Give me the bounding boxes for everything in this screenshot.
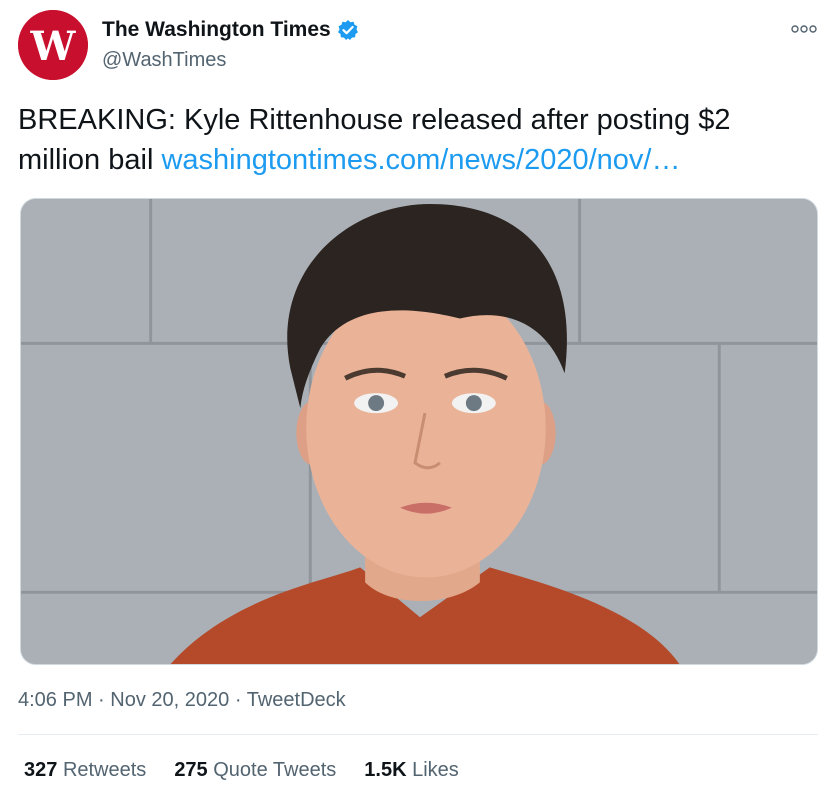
meta-separator: · <box>98 689 105 711</box>
verified-badge-icon <box>337 19 359 41</box>
likes-label: Likes <box>412 759 459 781</box>
tweet-header: W The Washington Times @WashTimes <box>18 10 818 80</box>
retweets-stat[interactable]: 327 Retweets <box>24 756 146 784</box>
quote-tweets-count: 275 <box>174 759 208 781</box>
photo-illustration <box>21 199 817 664</box>
divider <box>18 734 818 735</box>
tweet-time[interactable]: 4:06 PM <box>18 689 92 711</box>
meta-separator: · <box>234 689 242 711</box>
retweets-count: 327 <box>24 759 58 781</box>
tweet-meta: 4:06 PM · Nov 20, 2020 · TweetDeck <box>18 686 346 714</box>
quote-tweets-label: Quote Tweets <box>213 759 337 781</box>
tweet-body: BREAKING: Kyle Rittenhouse released afte… <box>18 100 808 180</box>
account-names: The Washington Times @WashTimes <box>102 16 359 74</box>
display-name[interactable]: The Washington Times <box>102 16 331 44</box>
avatar-logo-svg: W <box>18 10 88 80</box>
tweet-photo[interactable] <box>20 198 818 665</box>
tweet-stats: 327 Retweets 275 Quote Tweets 1.5K Likes <box>24 756 459 784</box>
more-options-icon[interactable] <box>790 20 818 38</box>
tweet-source[interactable]: TweetDeck <box>247 689 346 711</box>
tweet-link[interactable]: washingtontimes.com/news/2020/nov/… <box>161 144 680 176</box>
svg-text:W: W <box>30 23 77 70</box>
likes-count: 1.5K <box>364 759 407 781</box>
display-name-row: The Washington Times <box>102 16 359 44</box>
retweets-label: Retweets <box>62 759 147 781</box>
likes-stat[interactable]: 1.5K Likes <box>364 756 459 784</box>
washington-times-logo-icon[interactable]: W <box>18 10 88 80</box>
account-handle[interactable]: @WashTimes <box>102 46 359 74</box>
quote-tweets-stat[interactable]: 275 Quote Tweets <box>174 756 336 784</box>
tweet-date[interactable]: Nov 20, 2020 <box>110 689 229 711</box>
